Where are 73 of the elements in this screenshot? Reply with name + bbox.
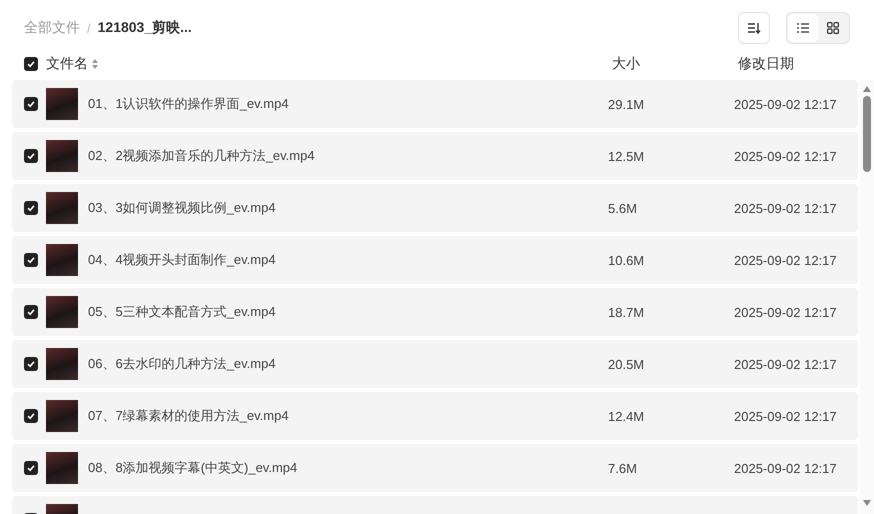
checkmark-icon xyxy=(27,360,35,368)
row-checkbox[interactable] xyxy=(24,201,38,215)
file-size: 10.6M xyxy=(608,252,646,268)
file-name: 06、6去水印的几种方法_ev.mp4 xyxy=(88,355,276,373)
checkmark-icon xyxy=(27,152,35,160)
sort-button[interactable] xyxy=(738,12,770,44)
checkmark-icon xyxy=(27,412,35,420)
checkmark-icon xyxy=(27,204,35,212)
row-checkbox[interactable] xyxy=(24,253,38,267)
scroll-down-icon[interactable] xyxy=(863,500,871,506)
file-row[interactable]: 03、3如何调整视频比例_ev.mp4 5.6M 2025-09-02 12:17 xyxy=(12,184,858,232)
scrollbar[interactable] xyxy=(860,80,874,514)
file-row[interactable]: 07、7绿幕素材的使用方法_ev.mp4 12.4M 2025-09-02 12:17 xyxy=(12,392,858,440)
file-name: 01、1认识软件的操作界面_ev.mp4 xyxy=(88,95,289,113)
file-row[interactable]: 05、5三种文本配音方式_ev.mp4 18.7M 2025-09-02 12:17 xyxy=(12,288,858,336)
row-checkbox[interactable] xyxy=(24,305,38,319)
video-thumbnail-placeholder xyxy=(46,244,78,276)
file-name: 05、5三种文本配音方式_ev.mp4 xyxy=(88,303,276,321)
file-name: 07、7绿幕素材的使用方法_ev.mp4 xyxy=(88,407,289,425)
sort-lines-icon xyxy=(747,22,761,34)
breadcrumb-separator: / xyxy=(87,20,91,36)
list-icon xyxy=(797,23,809,33)
file-size: 12.5M xyxy=(608,148,646,164)
scroll-up-icon[interactable] xyxy=(863,86,871,92)
checkmark-icon xyxy=(27,60,35,68)
file-size: 29.1M xyxy=(608,96,646,112)
modified-date: 2025-09-02 12:17 xyxy=(734,356,838,372)
checkmark-icon xyxy=(27,100,35,108)
column-header: 修改日期 xyxy=(738,55,795,73)
grid-icon xyxy=(827,22,839,34)
scrollbar-thumb[interactable] xyxy=(863,96,871,172)
breadcrumb-link[interactable]: 121803_剪映... xyxy=(98,19,192,37)
modified-date: 2025-09-02 12:17 xyxy=(734,460,838,476)
column-header[interactable]: 文件名 xyxy=(46,55,88,73)
checkmark-icon xyxy=(27,308,35,316)
column-header: 大小 xyxy=(612,55,641,73)
file-size: 20.5M xyxy=(608,356,646,372)
video-thumbnail-placeholder xyxy=(46,400,78,432)
row-checkbox[interactable] xyxy=(24,461,38,475)
file-row[interactable]: 02、2视频添加音乐的几种方法_ev.mp4 12.5M 2025-09-02 12:17 xyxy=(12,132,858,180)
video-thumbnail-placeholder xyxy=(46,88,78,120)
video-thumbnail-placeholder xyxy=(46,296,78,328)
file-size: 18.7M xyxy=(608,304,646,320)
file-row[interactable]: 08、8添加视频字幕(中英文)_ev.mp4 7.6M 2025-09-02 12:17 xyxy=(12,444,858,492)
file-name: 04、4视频开头封面制作_ev.mp4 xyxy=(88,251,276,269)
list-view-button[interactable] xyxy=(788,14,818,42)
row-checkbox[interactable] xyxy=(24,409,38,423)
checkmark-icon xyxy=(27,464,35,472)
file-size: 7.6M xyxy=(608,460,638,476)
modified-date: 2025-09-02 12:17 xyxy=(734,252,838,268)
file-row[interactable]: 04、4视频开头封面制作_ev.mp4 10.6M 2025-09-02 12:17 xyxy=(12,236,858,284)
modified-date: 2025-09-02 12:17 xyxy=(734,96,838,112)
file-name: 08、8添加视频字幕(中英文)_ev.mp4 xyxy=(88,459,298,477)
modified-date: 2025-09-02 12:17 xyxy=(734,408,838,424)
select-all-checkbox[interactable] xyxy=(24,57,38,71)
row-checkbox[interactable] xyxy=(24,357,38,371)
video-thumbnail-placeholder xyxy=(46,452,78,484)
file-name: 03、3如何调整视频比例_ev.mp4 xyxy=(88,199,276,217)
file-name: 02、2视频添加音乐的几种方法_ev.mp4 xyxy=(88,147,315,165)
row-checkbox[interactable] xyxy=(24,97,38,111)
file-size: 12.4M xyxy=(608,408,646,424)
video-thumbnail-placeholder xyxy=(46,140,78,172)
modified-date: 2025-09-02 12:17 xyxy=(734,304,838,320)
sort-icon[interactable] xyxy=(92,59,98,69)
modified-date: 2025-09-02 12:17 xyxy=(734,148,838,164)
video-thumbnail-placeholder xyxy=(46,348,78,380)
checkmark-icon xyxy=(27,256,35,264)
file-row[interactable]: 06、6去水印的几种方法_ev.mp4 20.5M 2025-09-02 12:17 xyxy=(12,340,858,388)
file-size: 5.6M xyxy=(608,200,638,216)
modified-date: 2025-09-02 12:17 xyxy=(734,200,838,216)
row-checkbox[interactable] xyxy=(24,149,38,163)
video-thumbnail-placeholder xyxy=(46,192,78,224)
file-row[interactable]: 01、1认识软件的操作界面_ev.mp4 29.1M 2025-09-02 12:17 xyxy=(12,80,858,128)
